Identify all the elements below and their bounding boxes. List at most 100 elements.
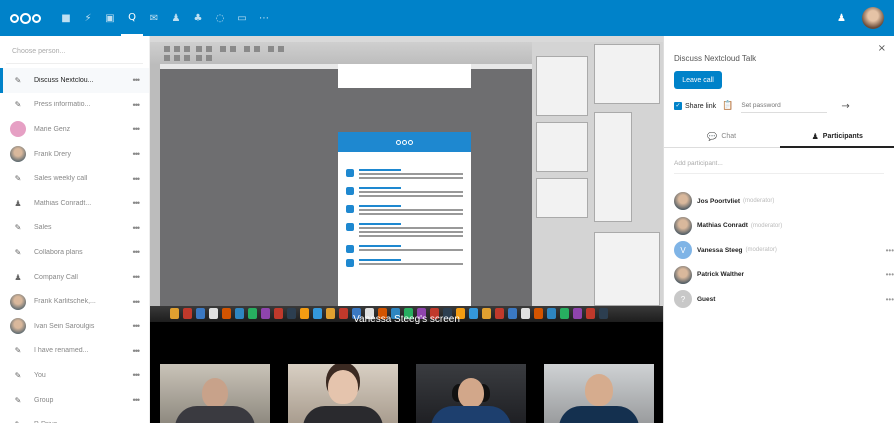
calendar-icon[interactable]: ▭ xyxy=(231,0,253,36)
participant-item[interactable]: Mathias Conradt (moderator) xyxy=(674,216,894,236)
app-menu: ■ ⚡ ▣ Q ✉ ♟ ♣ ◌ ▭ ⋯ xyxy=(55,0,275,36)
conversation-name: Frank Drery xyxy=(34,150,71,158)
participant-video-3[interactable] xyxy=(416,364,526,423)
more-icon[interactable]: ⋯ xyxy=(253,0,275,36)
participant-name: Jos Poortvliet xyxy=(697,197,740,205)
more-options-icon[interactable]: ••• xyxy=(133,297,141,307)
screen-share-caption: Vanessa Steeg's screen xyxy=(353,314,460,325)
conversation-item[interactable]: ♟ Mathias Conradt... ••• xyxy=(0,191,149,216)
participant-name: Guest xyxy=(697,295,716,303)
conversation-item[interactable]: ✎ Discuss Nextclou... ••• xyxy=(0,68,149,93)
more-options-icon[interactable]: ••• xyxy=(133,420,141,423)
tab-participants[interactable]: ♟ Participants xyxy=(779,126,894,148)
pencil-icon: ✎ xyxy=(14,75,22,85)
more-options-icon[interactable]: ••• xyxy=(133,321,141,331)
participant-item[interactable]: Jos Poortvliet (moderator) xyxy=(674,191,894,211)
conversation-item[interactable]: ✎P-Drive••• xyxy=(0,412,149,423)
add-participant-input[interactable]: Add participant... xyxy=(674,160,884,174)
participant-video-1[interactable] xyxy=(160,364,270,423)
conversation-name: Collabora plans xyxy=(34,248,83,256)
share-link-row: ✓ Share link 📋 → xyxy=(674,98,884,114)
user-avatar[interactable] xyxy=(862,7,884,29)
conversation-item[interactable]: Marie Genz ••• xyxy=(0,117,149,142)
group-icon: ♟ xyxy=(14,198,22,208)
participant-avatar: ? xyxy=(674,290,692,308)
conversation-name: Sales weekly call xyxy=(34,175,88,183)
group-icon: ♟ xyxy=(14,272,22,282)
conversation-item[interactable]: ✎ Sales weekly call ••• xyxy=(0,166,149,191)
more-options-icon[interactable]: ••• xyxy=(133,395,141,405)
pencil-icon: ✎ xyxy=(14,247,22,257)
conversation-item[interactable]: ✎ Collabora plans ••• xyxy=(0,240,149,265)
more-options-icon[interactable]: ••• xyxy=(133,272,141,282)
more-options-icon[interactable]: ••• xyxy=(133,247,141,257)
activity-icon[interactable]: ⚡ xyxy=(77,0,99,36)
more-options-icon[interactable]: ••• xyxy=(133,198,141,208)
more-options-icon[interactable]: ••• xyxy=(133,149,141,159)
chat-icon: 💬 xyxy=(707,132,718,141)
participant-options-icon[interactable]: ••• xyxy=(886,246,894,255)
pencil-icon: ✎ xyxy=(14,223,22,233)
avatar xyxy=(10,146,26,163)
conversation-item[interactable]: ✎ Group ••• xyxy=(0,388,149,413)
conversation-item[interactable]: ♟ Company Call ••• xyxy=(0,265,149,290)
more-options-icon[interactable]: ••• xyxy=(133,100,141,110)
conversation-name: Press informatio... xyxy=(34,101,91,109)
conversation-item[interactable]: ✎ Sales ••• xyxy=(0,216,149,241)
participant-item[interactable]: Patrick Walther ••• xyxy=(674,265,894,285)
participant-options-icon[interactable]: ••• xyxy=(886,270,894,279)
gallery-icon[interactable]: ▣ xyxy=(99,0,121,36)
call-sidebar-panel: Discuss Nextcloud Talk × Leave call ✓ Sh… xyxy=(663,36,894,423)
shared-document-page xyxy=(338,132,471,322)
conversation-item[interactable]: ✎ You ••• xyxy=(0,363,149,388)
conversation-search-input[interactable]: Choose person... xyxy=(6,40,143,64)
leave-call-button[interactable]: Leave call xyxy=(674,71,722,89)
password-input[interactable] xyxy=(741,99,828,113)
share-link-checkbox[interactable]: ✓ xyxy=(674,102,682,110)
call-view: Vanessa Steeg's screen xyxy=(150,36,663,423)
more-options-icon[interactable]: ••• xyxy=(133,75,141,85)
conversation-sidebar: Choose person... ✎ Discuss Nextclou... •••… xyxy=(0,36,150,423)
close-icon[interactable]: × xyxy=(878,43,886,54)
contacts-icon[interactable]: ♟ xyxy=(165,0,187,36)
conversation-name: Ivan Sein Saroulgis xyxy=(34,322,95,330)
clipboard-icon[interactable]: 📋 xyxy=(722,101,733,111)
participant-role: (moderator) xyxy=(750,222,783,229)
participant-item[interactable]: V Vanessa Steeg (moderator) ••• xyxy=(674,240,894,260)
more-options-icon[interactable]: ••• xyxy=(133,346,141,356)
conversation-item[interactable]: Frank Drery ••• xyxy=(0,142,149,167)
conversation-title[interactable]: Discuss Nextcloud Talk xyxy=(674,54,756,63)
participant-avatar xyxy=(674,192,692,210)
participant-item[interactable]: ? Guest ••• xyxy=(674,289,894,309)
participant-options-icon[interactable]: ••• xyxy=(886,295,894,304)
more-options-icon[interactable]: ••• xyxy=(133,124,141,134)
files-icon[interactable]: ■ xyxy=(55,0,77,36)
pencil-icon: ✎ xyxy=(14,395,22,405)
more-options-icon[interactable]: ••• xyxy=(133,223,141,233)
conversation-item[interactable]: ✎ I have renamed... ••• xyxy=(0,339,149,364)
conversation-list: ✎ Discuss Nextclou... ••• ✎ Press informatio… xyxy=(0,68,149,423)
nextcloud-logo[interactable] xyxy=(10,12,41,24)
participants-icon: ♟ xyxy=(811,131,819,141)
more-options-icon[interactable]: ••• xyxy=(133,174,141,184)
talk-icon[interactable]: Q xyxy=(121,0,143,36)
conversation-item[interactable]: ✎ Press informatio... ••• xyxy=(0,93,149,118)
contacts-menu-icon[interactable]: ♟ xyxy=(837,13,846,24)
participant-video-4[interactable] xyxy=(544,364,654,423)
conversation-name: Marie Genz xyxy=(34,125,71,133)
tab-chat[interactable]: 💬 Chat xyxy=(664,126,780,148)
submit-arrow-icon[interactable]: → xyxy=(841,101,849,112)
screen-share-view[interactable] xyxy=(150,36,663,322)
conversation-item[interactable]: Ivan Sein Saroulgis ••• xyxy=(0,314,149,339)
pencil-icon: ✎ xyxy=(14,346,22,356)
avatar xyxy=(10,121,26,138)
participant-video-2[interactable] xyxy=(288,364,398,423)
participant-avatar xyxy=(674,265,692,284)
shared-left-toolbar xyxy=(150,64,160,322)
mail-icon[interactable]: ✉ xyxy=(143,0,165,36)
tasks-icon[interactable]: ◌ xyxy=(209,0,231,36)
conversation-item[interactable]: Frank Karlitschek,... ••• xyxy=(0,289,149,314)
more-options-icon[interactable]: ••• xyxy=(133,370,141,380)
participant-name: Mathias Conradt xyxy=(697,222,748,229)
circles-icon[interactable]: ♣ xyxy=(187,0,209,36)
